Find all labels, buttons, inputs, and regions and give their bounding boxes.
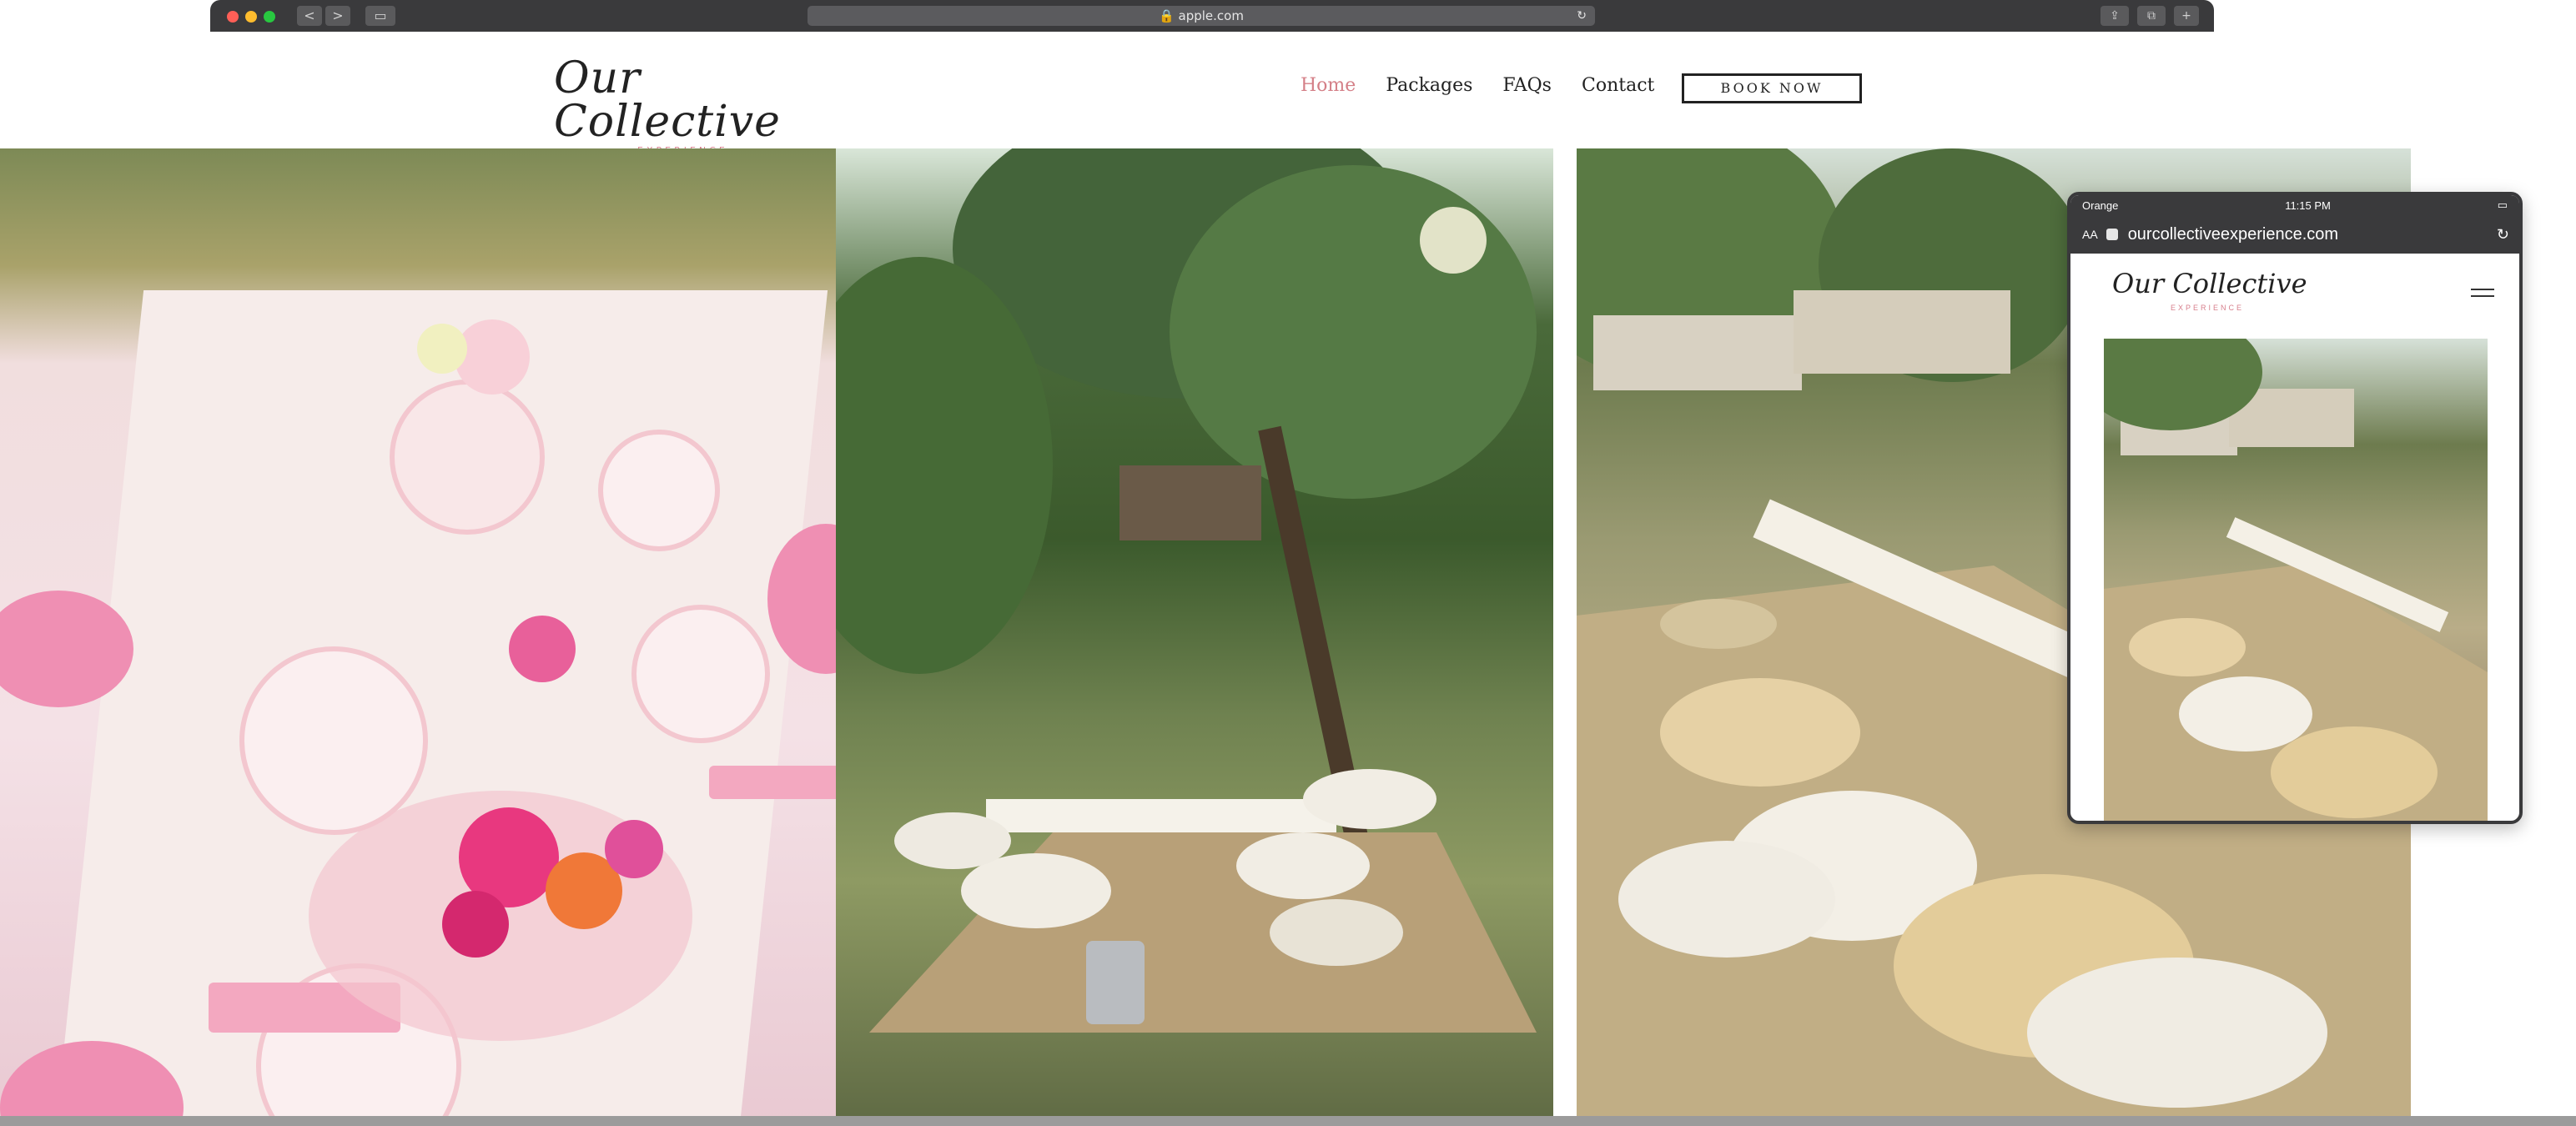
mobile-hero-photo (2079, 314, 2488, 821)
mobile-logo-wordmark[interactable]: Our Collective (2112, 270, 2307, 297)
nav-contact[interactable]: Contact (1582, 75, 1654, 96)
address-text: apple.com (1178, 8, 1244, 23)
nav-faqs[interactable]: FAQs (1502, 75, 1552, 96)
lock-icon: 🔒 (1159, 8, 1175, 23)
reload-icon[interactable]: ↻ (2497, 226, 2509, 244)
pink-table-illustration (0, 290, 866, 1126)
clock-label: 11:15 PM (2285, 199, 2331, 212)
tabs-overview-button[interactable]: ⧉ (2137, 6, 2166, 26)
hamburger-menu-icon[interactable] (2471, 289, 2494, 300)
lock-icon (2106, 229, 2118, 240)
chevron-left-icon: < (304, 8, 315, 23)
carrier-label: Orange (2082, 199, 2119, 212)
phone-address-bar[interactable]: AA ourcollectiveexperience.com ↻ (2070, 215, 2519, 254)
reload-icon[interactable]: ↻ (1577, 6, 1587, 26)
minimize-window-button[interactable] (245, 11, 257, 23)
reader-text-size-button[interactable]: AA (2082, 228, 2098, 241)
nav-home[interactable]: Home (1301, 75, 1356, 96)
mockup-base-shadow (0, 1116, 2576, 1126)
phone-url-text: ourcollectiveexperience.com (2127, 224, 2339, 244)
garden-picnic-illustration (836, 148, 1537, 1033)
site-header: Our Collective EXPERIENCE Home Packages … (204, 32, 2221, 156)
battery-icon: ▭ (2497, 199, 2508, 211)
new-tab-button[interactable]: + (2174, 6, 2199, 26)
desktop-and-mobile-mockup: < > ▭ 🔒 apple.com ↻ ⇪ ⧉ + Our Collective… (0, 0, 2576, 1126)
hero-photo-pink-table (0, 148, 866, 1126)
book-now-button[interactable]: BOOK NOW (1682, 73, 1862, 103)
mobile-logo-subtitle: EXPERIENCE (2171, 304, 2245, 312)
zoom-window-button[interactable] (264, 11, 275, 23)
forward-button[interactable]: > (325, 6, 350, 26)
share-button[interactable]: ⇪ (2101, 6, 2129, 26)
mobile-site-header: Our Collective EXPERIENCE (2070, 254, 2519, 335)
close-window-button[interactable] (227, 11, 239, 23)
mobile-preview: Orange 11:15 PM ▭ AA ourcollectiveexperi… (2067, 192, 2523, 824)
nav-packages[interactable]: Packages (1386, 75, 1472, 96)
back-button[interactable]: < (297, 6, 322, 26)
chevron-right-icon: > (332, 8, 344, 23)
address-bar[interactable]: 🔒 apple.com ↻ (808, 6, 1595, 26)
browser-toolbar: < > ▭ 🔒 apple.com ↻ ⇪ ⧉ + (210, 0, 2214, 32)
logo-wordmark: Our Collective (554, 53, 781, 147)
main-navigation: Home Packages FAQs Contact (1301, 75, 1654, 96)
hero-photo-garden-picnic (836, 148, 1553, 1126)
phone-status-bar: Orange 11:15 PM ▭ (2070, 195, 2519, 215)
sidebar-toggle-button[interactable]: ▭ (365, 6, 395, 26)
mobile-picnic-illustration (2079, 314, 2488, 821)
site-logo[interactable]: Our Collective EXPERIENCE (554, 57, 821, 156)
